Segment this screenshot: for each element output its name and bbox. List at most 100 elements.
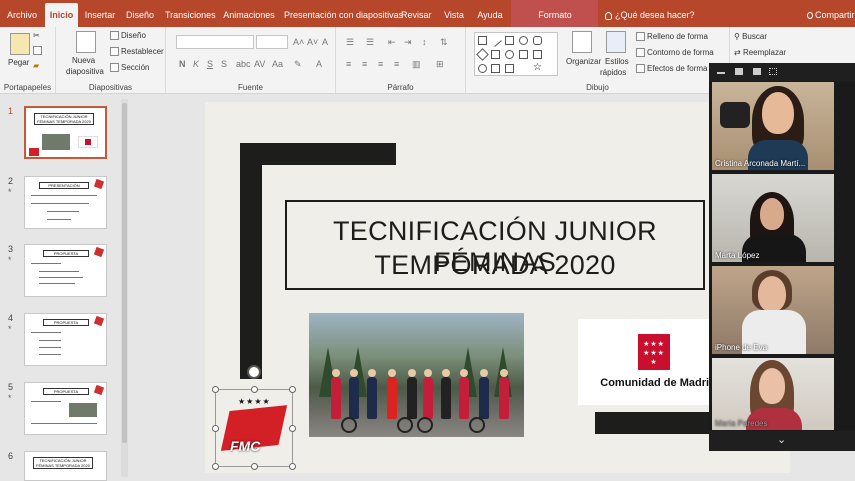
justify-icon[interactable]: ≡ bbox=[394, 59, 399, 69]
brace-shape-icon[interactable] bbox=[491, 64, 500, 73]
smartart-icon[interactable]: ⊞ bbox=[436, 59, 444, 70]
bold-button[interactable]: N bbox=[179, 59, 186, 69]
align-right-icon[interactable]: ≡ bbox=[378, 59, 383, 69]
bracket-shape-icon[interactable] bbox=[505, 64, 514, 73]
tab-animaciones[interactable]: Animaciones bbox=[223, 0, 275, 27]
slide-thumbnail-2[interactable]: PRESENTACIÓN bbox=[24, 176, 107, 229]
tab-insertar[interactable]: Insertar bbox=[83, 0, 117, 27]
tab-diseno[interactable]: Diseño bbox=[125, 0, 155, 27]
font-name-select[interactable] bbox=[176, 35, 254, 49]
tab-archivo[interactable]: Archivo bbox=[2, 0, 42, 27]
share-button[interactable]: Compartir bbox=[807, 0, 855, 27]
current-slide[interactable]: TECNIFICACIÓN JUNIOR FÉMINAS TEMPORADA 2… bbox=[205, 102, 790, 473]
scrollbar-thumb[interactable] bbox=[122, 103, 127, 443]
new-slide-button[interactable]: Nueva bbox=[72, 56, 95, 65]
rectangle-shape-icon[interactable] bbox=[505, 36, 514, 45]
find-button[interactable]: ⚲ Buscar bbox=[734, 32, 767, 41]
resize-handle[interactable] bbox=[212, 425, 219, 432]
slide-thumbnail-4[interactable]: PROPUESTA bbox=[24, 313, 107, 366]
star-shape-icon[interactable]: ☆ bbox=[533, 63, 542, 73]
shadow-button[interactable]: S bbox=[221, 59, 227, 69]
diamond-shape-icon[interactable] bbox=[476, 48, 489, 61]
title-textbox[interactable]: TECNIFICACIÓN JUNIOR FÉMINAS TEMPORADA 2… bbox=[285, 200, 705, 290]
bullets-icon[interactable]: ☰ bbox=[346, 37, 354, 48]
tab-inicio[interactable]: Inicio bbox=[45, 3, 78, 27]
tab-transiciones[interactable]: Transiciones bbox=[165, 0, 216, 27]
text-direction-icon[interactable]: ⇅ bbox=[440, 37, 448, 48]
decrease-indent-icon[interactable]: ⇤ bbox=[388, 37, 396, 48]
tell-me-box[interactable]: ¿Qué desea hacer? bbox=[605, 0, 697, 27]
cut-icon[interactable]: ✂ bbox=[33, 31, 40, 40]
format-painter-icon[interactable]: ▰ bbox=[33, 61, 39, 70]
slide-thumbnail-6[interactable]: TECNIFICACIÓN JUNIOR FÉMINAS TEMPORADA 2… bbox=[24, 451, 107, 481]
grow-font-icon[interactable]: A˄ bbox=[293, 37, 304, 47]
increase-indent-icon[interactable]: ⇥ bbox=[404, 37, 412, 48]
participant-tile-3[interactable]: iPhone de Eva bbox=[712, 266, 834, 354]
resize-handle[interactable] bbox=[251, 386, 258, 393]
tab-revisar[interactable]: Revisar bbox=[401, 0, 432, 27]
reset-button[interactable]: Restablecer bbox=[110, 47, 164, 57]
team-photo[interactable] bbox=[309, 313, 524, 437]
resize-handle[interactable] bbox=[251, 463, 258, 470]
section-button[interactable]: Sección bbox=[110, 63, 149, 73]
participant-tile-2[interactable]: Marta López bbox=[712, 174, 834, 262]
font-color-button[interactable]: A bbox=[316, 59, 322, 69]
numbering-icon[interactable]: ☰ bbox=[366, 37, 374, 48]
resize-handle[interactable] bbox=[212, 463, 219, 470]
shapes-gallery[interactable]: ☆ bbox=[474, 32, 558, 76]
arrange-button[interactable]: Organizar bbox=[566, 57, 601, 66]
participant-tile-4[interactable]: María Paredes bbox=[712, 358, 834, 430]
layout-button[interactable]: Diseño bbox=[110, 31, 146, 41]
chevron-down-icon[interactable]: ⌄ bbox=[777, 433, 786, 446]
quick-styles-button-line2[interactable]: rápidos bbox=[600, 68, 626, 77]
quick-styles-button[interactable]: Estilos bbox=[605, 57, 629, 66]
align-left-icon[interactable]: ≡ bbox=[346, 59, 351, 69]
curve-shape-icon[interactable] bbox=[478, 64, 487, 73]
clear-format-icon[interactable]: A bbox=[322, 37, 328, 47]
copy-icon[interactable] bbox=[33, 46, 44, 56]
arrow-down-shape-icon[interactable] bbox=[533, 50, 542, 59]
tab-formato[interactable]: Formato bbox=[533, 0, 577, 27]
textbox-shape-icon[interactable] bbox=[478, 36, 487, 45]
shape-effects-button[interactable]: Efectos de forma bbox=[636, 64, 707, 74]
change-case-button[interactable]: Aa bbox=[272, 59, 283, 69]
columns-icon[interactable]: ▥ bbox=[412, 59, 421, 70]
highlight-icon[interactable]: ✎ bbox=[294, 59, 302, 70]
shape-fill-button[interactable]: Relleno de forma bbox=[636, 32, 708, 42]
slide-thumbnail-1[interactable]: TECNIFICACIÓN JUNIOR FÉMINAS TEMPORADA 2… bbox=[24, 106, 107, 159]
new-slide-button-line2[interactable]: diapositiva bbox=[66, 67, 104, 76]
slide-thumbnail-3[interactable]: PROPUESTA bbox=[24, 244, 107, 297]
resize-handle[interactable] bbox=[289, 463, 296, 470]
slide-thumbnail-5[interactable]: PROPUESTA bbox=[24, 382, 107, 435]
square-shape-icon[interactable] bbox=[491, 50, 500, 59]
line-spacing-icon[interactable]: ↕ bbox=[422, 37, 427, 47]
shrink-font-icon[interactable]: A˅ bbox=[307, 37, 318, 47]
shape-outline-button[interactable]: Contorno de forma bbox=[636, 48, 714, 58]
minimize-icon[interactable] bbox=[717, 72, 725, 74]
rounded-rect-shape-icon[interactable] bbox=[533, 36, 542, 45]
gallery-view-icon[interactable] bbox=[769, 68, 777, 75]
underline-button[interactable]: S bbox=[207, 59, 213, 69]
arrow-shape-icon[interactable] bbox=[519, 50, 528, 59]
resize-handle[interactable] bbox=[212, 386, 219, 393]
tab-presentacion[interactable]: Presentación con diapositivas bbox=[284, 0, 403, 27]
tab-ayuda[interactable]: Ayuda bbox=[475, 0, 505, 27]
resize-handle[interactable] bbox=[289, 425, 296, 432]
fmc-logo-selection[interactable]: ★★★★ FMC bbox=[212, 386, 296, 470]
participant-tile-1[interactable]: Cristina Arconada Martí... bbox=[712, 82, 834, 170]
circle-shape-icon[interactable] bbox=[505, 50, 514, 59]
replace-button[interactable]: ⇄ Reemplazar bbox=[734, 48, 786, 57]
strip-view-icon[interactable] bbox=[753, 68, 761, 75]
align-center-icon[interactable]: ≡ bbox=[362, 59, 367, 69]
char-spacing-button[interactable]: AV bbox=[254, 59, 265, 69]
rotate-handle-icon[interactable] bbox=[247, 365, 261, 379]
oval-shape-icon[interactable] bbox=[519, 36, 528, 45]
italic-button[interactable]: K bbox=[193, 59, 199, 69]
thumbnail-scrollbar[interactable] bbox=[121, 99, 128, 477]
line-shape-icon[interactable] bbox=[489, 34, 502, 47]
tab-vista[interactable]: Vista bbox=[442, 0, 466, 27]
speaker-view-icon[interactable] bbox=[735, 68, 743, 75]
strikethrough-icon[interactable]: abc bbox=[236, 59, 251, 69]
font-size-select[interactable] bbox=[256, 35, 288, 49]
paste-button[interactable]: Pegar bbox=[8, 58, 29, 67]
